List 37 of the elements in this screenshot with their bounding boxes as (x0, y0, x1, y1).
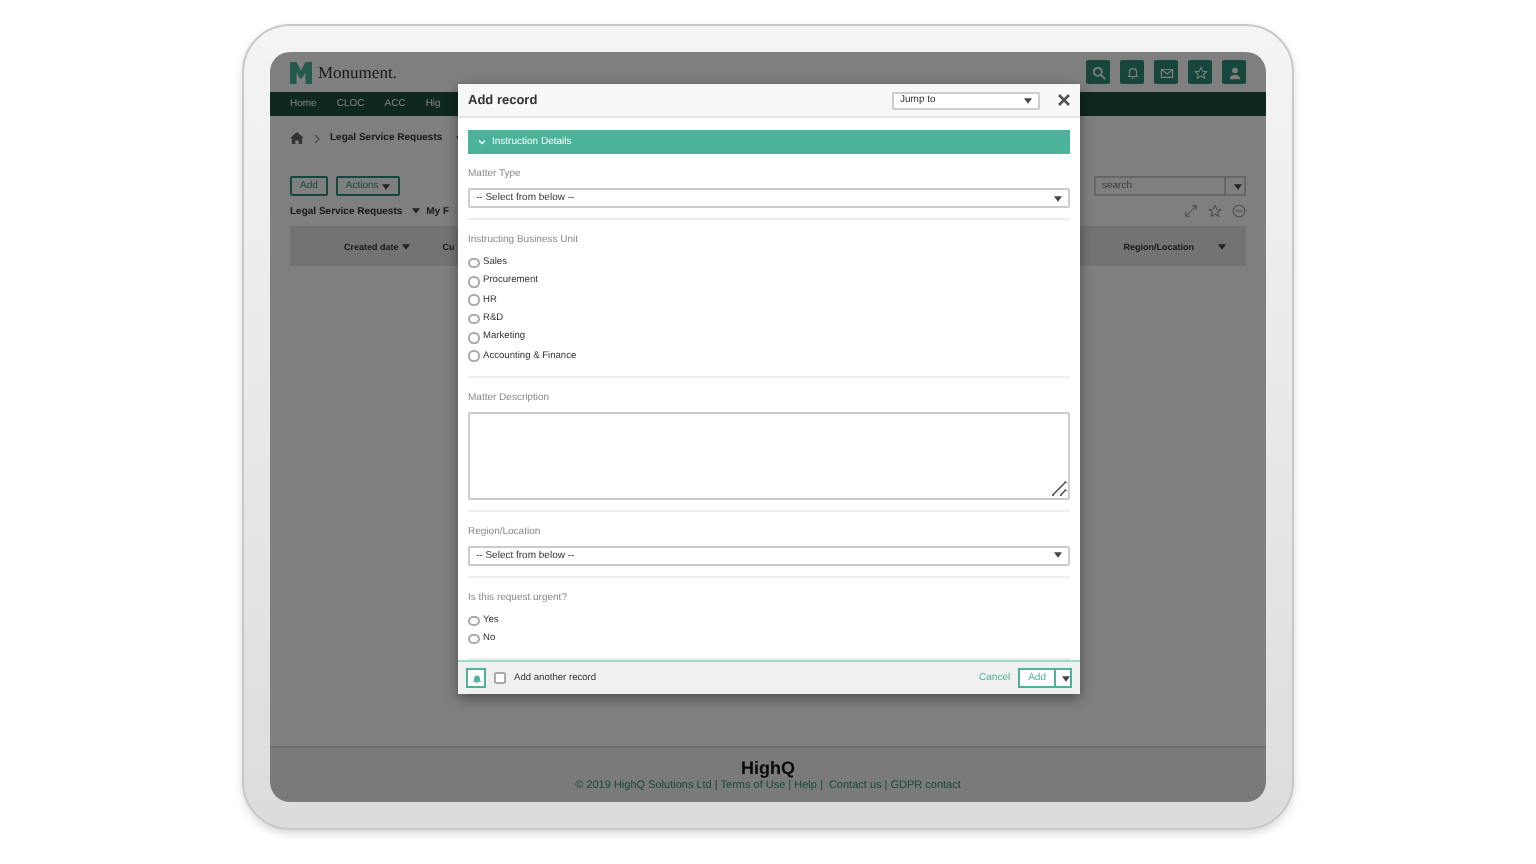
user-icon[interactable] (1222, 60, 1246, 84)
star-icon[interactable] (1188, 60, 1212, 84)
caret-icon (1024, 97, 1032, 103)
bell-icon (471, 673, 481, 683)
caret-icon (1054, 195, 1062, 201)
chevron-icon (314, 133, 320, 143)
home-icon[interactable] (290, 132, 304, 144)
mail-icon[interactable] (1154, 60, 1178, 84)
caret-icon (1054, 552, 1062, 559)
text-area[interactable] (468, 411, 1070, 500)
expand-icon[interactable] (1184, 204, 1198, 218)
footer-logo: HighQ (741, 758, 795, 778)
logo-text: Monument. (318, 62, 397, 82)
close-icon[interactable] (1058, 94, 1070, 106)
dropdown-button[interactable] (1226, 176, 1246, 196)
radio-button[interactable] (468, 257, 479, 269)
radio-button[interactable] (468, 276, 479, 288)
caret-icon (1233, 183, 1241, 189)
radio-button[interactable] (468, 615, 479, 627)
caret-icon (1218, 243, 1226, 249)
search-icon[interactable] (1086, 60, 1110, 84)
minus-circle-icon[interactable] (1232, 204, 1246, 218)
radio-button[interactable] (468, 332, 479, 344)
radio-button[interactable] (468, 633, 479, 645)
checkbox[interactable] (494, 672, 506, 684)
caret-icon (382, 183, 391, 189)
logo-icon (290, 61, 312, 83)
caret-icon (412, 208, 421, 214)
bell-icon[interactable] (1120, 60, 1144, 84)
caret-icon (402, 243, 411, 249)
radio-button[interactable] (468, 313, 479, 325)
star-icon[interactable] (1208, 204, 1222, 218)
notify-button[interactable] (466, 668, 486, 688)
caret-icon (1061, 675, 1069, 681)
radio-button[interactable] (468, 350, 479, 362)
dropdown-button[interactable] (1056, 668, 1072, 688)
radio-button[interactable] (468, 294, 479, 306)
